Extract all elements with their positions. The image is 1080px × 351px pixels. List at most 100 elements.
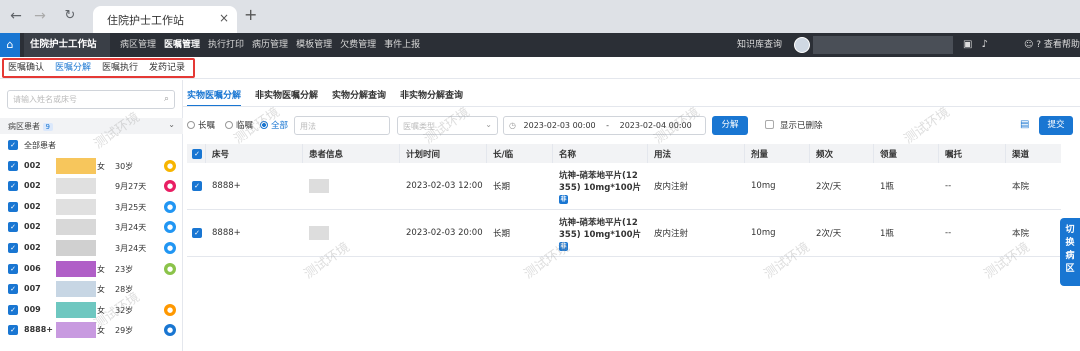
date-range-picker[interactable]: ◷ 2023-02-03 00:00 - 2023-02-04 00:00 [503,116,706,135]
clipboard-icon[interactable]: ▤ [1020,119,1029,130]
menu-item-ward[interactable]: 病区管理 [116,33,160,57]
checkbox-checked-icon[interactable]: ✓ [8,263,18,274]
new-tab-icon[interactable]: + [244,5,257,24]
home-icon[interactable]: ⌂ [0,33,20,57]
col-name[interactable]: 名称 [553,144,648,163]
ward-count-badge: 9 [42,123,54,131]
user-info-redacted [813,36,953,54]
patient-info-redacted [309,179,329,193]
menu-item-templates[interactable]: 模板管理 [292,33,336,57]
patient-row[interactable]: ✓ 8888+ 女 29岁 ● [0,320,183,341]
checkbox-checked-icon[interactable]: ✓ [8,284,18,295]
patient-row[interactable]: ✓ 009 女 32岁 ● [0,300,183,321]
subtab-dispense[interactable]: 发药记录 [149,57,185,79]
row-checkbox[interactable]: ✓ [192,181,202,191]
tab-real-split[interactable]: 实物医嘱分解 [187,88,242,107]
checkbox-checked-icon[interactable]: ✓ [8,201,18,212]
menu-item-events[interactable]: 事件上报 [380,33,424,57]
clipboard-icon[interactable]: ▣ [963,33,972,57]
patient-row[interactable]: ✓ 002 女 30岁 ● [0,156,183,177]
patient-info-redacted [309,226,329,240]
checkbox-checked-icon[interactable]: ✓ [8,181,18,192]
col-qty[interactable]: 领量 [874,144,939,163]
col-type[interactable]: 长/临 [487,144,553,163]
patient-bed: 002 [24,181,41,191]
checkbox-checked-icon[interactable]: ✓ [8,160,18,171]
search-placeholder: 请输入姓名或床号 [13,95,77,104]
station-title[interactable]: 住院护士工作站 [24,33,110,57]
cell-patient [303,210,400,256]
checkbox-checked-icon[interactable]: ✓ [8,304,18,315]
patient-row[interactable]: ✓ 002 3月25天 ● [0,197,183,218]
col-patient[interactable]: 患者信息 [303,144,400,163]
submit-button[interactable]: 提交 [1039,116,1073,135]
patient-row[interactable]: ✓ 007 女 28岁 [0,279,183,300]
cell-usage: 皮内注射 [654,229,689,239]
cell-freq: 2次/天 [816,229,842,239]
radio-temporary[interactable] [225,121,233,129]
back-icon[interactable]: ← [6,6,26,26]
patient-name-redacted [56,301,96,318]
menu-item-arrears[interactable]: 欠费管理 [336,33,380,57]
orders-table: ✓ 床号 患者信息 计划时间 长/临 名称 用法 剂量 频次 领量 嘱托 渠道 … [187,144,1061,257]
checkbox-checked-icon[interactable]: ✓ [8,222,18,233]
checkbox-checked-icon[interactable]: ✓ [8,140,18,150]
menu-item-print[interactable]: 执行打印 [204,33,248,57]
patient-name-redacted [56,219,96,236]
cell-type: 长期 [493,229,511,239]
cell-channel: 本院 [1012,229,1030,239]
order-type-select[interactable]: 医嘱类型 ⌄ [397,116,498,135]
patient-age: 32岁 [115,305,134,315]
col-freq[interactable]: 频次 [810,144,874,163]
chevron-down-icon[interactable]: ⌄ [168,120,175,129]
subtab-split[interactable]: 医嘱分解 [55,57,91,79]
col-time[interactable]: 计划时间 [400,144,487,163]
checkbox-checked-icon[interactable]: ✓ [8,325,18,336]
bell-icon[interactable]: ♪ [981,33,987,57]
usage-select[interactable]: 用法 [294,116,390,135]
kb-query-link[interactable]: 知识库查询 [737,33,782,57]
col-note[interactable]: 嘱托 [939,144,1006,163]
ward-header[interactable]: 病区患者 9 ⌄ [0,118,183,134]
col-usage[interactable]: 用法 [648,144,745,163]
table-row[interactable]: ✓ 8888+ 2023-02-03 20:00 长期 坑神-硝苯地平片(12 355) … [187,210,1061,257]
patient-row[interactable]: ✓ 006 女 23岁 ● [0,259,183,280]
show-deleted-checkbox[interactable] [765,120,774,129]
all-patients-row[interactable]: ✓ 全部患者 [0,135,183,156]
col-bed[interactable]: 床号 [206,144,303,163]
menu-item-records[interactable]: 病历管理 [248,33,292,57]
menu-item-orders[interactable]: 医嘱管理 [160,33,204,57]
patient-row[interactable]: ✓ 002 9月27天 ● [0,176,183,197]
avatar[interactable] [794,37,810,53]
patient-name-redacted [56,198,96,215]
radio-long-term[interactable] [187,121,195,129]
header-icons: ▣ ♪ [963,33,988,57]
subtab-execute[interactable]: 医嘱执行 [102,57,138,79]
tab-nonreal-query[interactable]: 非实物分解查询 [400,88,463,107]
patient-row[interactable]: ✓ 002 3月24天 ● [0,217,183,238]
help-link[interactable]: ☺ ? 查看帮助 [1024,33,1080,57]
switch-ward-button[interactable]: 切换病区 [1060,218,1080,286]
col-channel[interactable]: 渠道 [1006,144,1061,163]
checkbox-checked-icon[interactable]: ✓ [8,242,18,253]
patient-search-input[interactable]: 请输入姓名或床号 ⌕ [7,90,175,109]
tab-real-query[interactable]: 实物分解查询 [332,88,386,107]
split-button[interactable]: 分解 [712,116,748,135]
row-checkbox[interactable]: ✓ [192,228,202,238]
patient-age: 30岁 [115,161,134,171]
radio-all[interactable] [260,121,268,129]
tab-nonreal-split[interactable]: 非实物医嘱分解 [255,88,318,107]
table-row[interactable]: ✓ 8888+ 2023-02-03 12:00 长期 坑神-硝苯地平片(12 355) … [187,163,1061,210]
subtab-confirm[interactable]: 医嘱确认 [8,57,44,79]
reload-icon[interactable]: ↻ [60,6,80,26]
chevron-down-icon: ⌄ [485,120,492,129]
tab-close-icon[interactable]: × [219,11,229,25]
patient-age: 3月24天 [115,243,147,253]
forward-icon[interactable]: → [30,6,50,26]
drug-name-line2: 355) 10mg*100片 [559,229,642,240]
browser-tab[interactable]: 住院护士工作站 × [93,6,237,33]
select-all-checkbox[interactable]: ✓ [192,148,202,159]
search-icon[interactable]: ⌕ [164,94,169,104]
patient-row[interactable]: ✓ 002 3月24天 ● [0,238,183,259]
col-dose[interactable]: 剂量 [745,144,810,163]
